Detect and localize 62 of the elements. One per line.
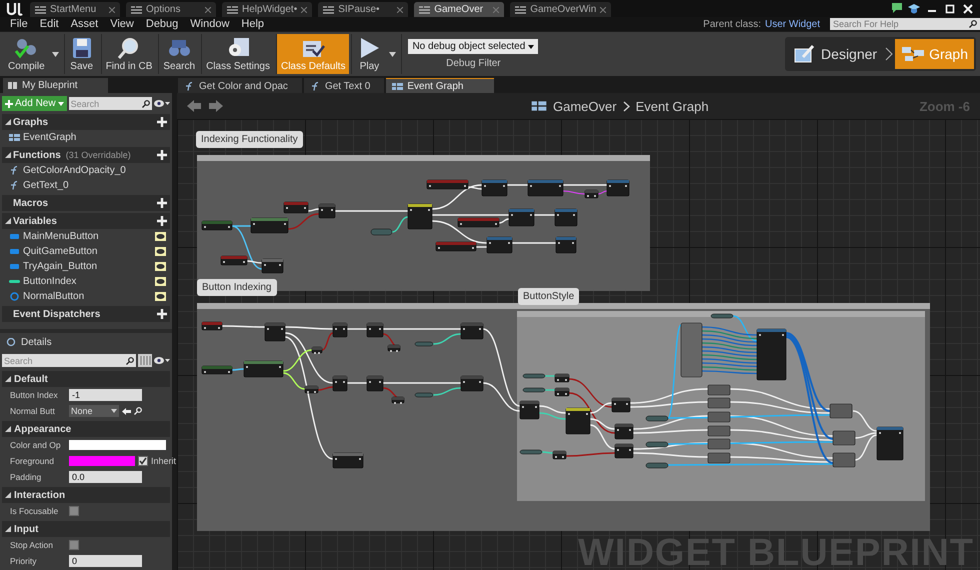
toolbar-button[interactable]: Play: [352, 34, 386, 74]
breadcrumb-item[interactable]: Event Graph: [636, 98, 709, 114]
text-field[interactable]: 0.0: [69, 471, 142, 483]
property-label: Priority: [10, 556, 36, 566]
comment-bubble[interactable]: Button Indexing: [197, 279, 276, 296]
property-label: Button Index: [10, 390, 58, 400]
breadcrumb-item[interactable]: GameOver: [553, 98, 617, 114]
tree-item[interactable]: ButtonIndex: [23, 276, 76, 287]
debug-filter-label: Debug Filter: [446, 58, 501, 69]
document-tab[interactable]: GameOver: [414, 2, 504, 17]
property-label: Padding: [10, 472, 42, 482]
section-header[interactable]: Macros: [5, 198, 48, 208]
editor-tab[interactable]: Get Color and Opac: [178, 78, 302, 93]
number-field[interactable]: -1: [69, 389, 142, 401]
debug-object-dropdown[interactable]: No debug object selected: [408, 39, 538, 54]
property-label: Stop Action: [10, 540, 54, 550]
toolbar-button[interactable]: Save: [64, 34, 99, 74]
toolbar-button[interactable]: Search: [159, 34, 200, 74]
comment-bubble[interactable]: Indexing Functionality: [196, 131, 303, 148]
section-note: (31 Overridable): [66, 150, 131, 160]
toolbar-button[interactable]: Find in CB: [102, 34, 156, 74]
parent-class-label: Parent class:: [703, 18, 761, 30]
document-tab[interactable]: HelpWidget•: [222, 2, 312, 17]
document-tab[interactable]: Options: [126, 2, 216, 17]
parent-class-link[interactable]: User Widget: [764, 18, 820, 30]
category-header[interactable]: Default: [14, 374, 48, 384]
tree-item[interactable]: GetText_0: [23, 180, 69, 191]
menu-item[interactable]: Help: [235, 18, 270, 30]
property-label: Is Focusable: [10, 506, 58, 516]
editor-tab[interactable]: Get Text 0: [304, 78, 384, 93]
tree-item[interactable]: EventGraph: [23, 132, 76, 143]
tree-item[interactable]: TryAgain_Button: [23, 261, 98, 272]
tree-item[interactable]: NormalButton: [23, 291, 84, 302]
toolbar-button[interactable]: Class Settings: [202, 34, 274, 74]
add-new-button[interactable]: Add New: [2, 96, 67, 111]
category-header[interactable]: Input: [14, 524, 38, 534]
section-header[interactable]: Variables: [13, 216, 57, 226]
document-tab[interactable]: GameOverWin: [510, 2, 612, 17]
toolbar-button[interactable]: Compile: [4, 34, 49, 74]
menu-item[interactable]: Asset: [64, 18, 104, 30]
comment-bubble[interactable]: ButtonStyle: [518, 288, 580, 305]
menu-item[interactable]: View: [104, 18, 140, 30]
panel-tab[interactable]: My Blueprint: [3, 78, 108, 93]
document-tab[interactable]: SIPause•: [318, 2, 408, 17]
tree-item[interactable]: QuitGameButton: [23, 246, 98, 257]
tree-item[interactable]: GetColorAndOpacity_0: [23, 165, 126, 176]
mode-button[interactable]: Designer: [787, 39, 884, 69]
property-label: Normal Butt: [10, 406, 55, 416]
menu-item[interactable]: Debug: [140, 18, 184, 30]
document-tab[interactable]: StartMenu: [30, 2, 120, 17]
property-label: Foreground: [10, 456, 54, 466]
editor-tab[interactable]: Event Graph: [386, 78, 494, 93]
tree-item[interactable]: MainMenuButton: [23, 231, 99, 242]
inherit-label: Inherit: [151, 456, 176, 466]
number-field[interactable]: 0: [69, 555, 142, 567]
section-header[interactable]: Graphs: [13, 116, 48, 128]
dropdown[interactable]: None: [69, 405, 119, 417]
menu-item[interactable]: Window: [184, 18, 236, 30]
menu-item[interactable]: Edit: [34, 18, 65, 30]
section-header[interactable]: Functions: [13, 150, 61, 160]
menu-item[interactable]: File: [4, 18, 34, 30]
property-label: Color and Op: [10, 440, 61, 450]
